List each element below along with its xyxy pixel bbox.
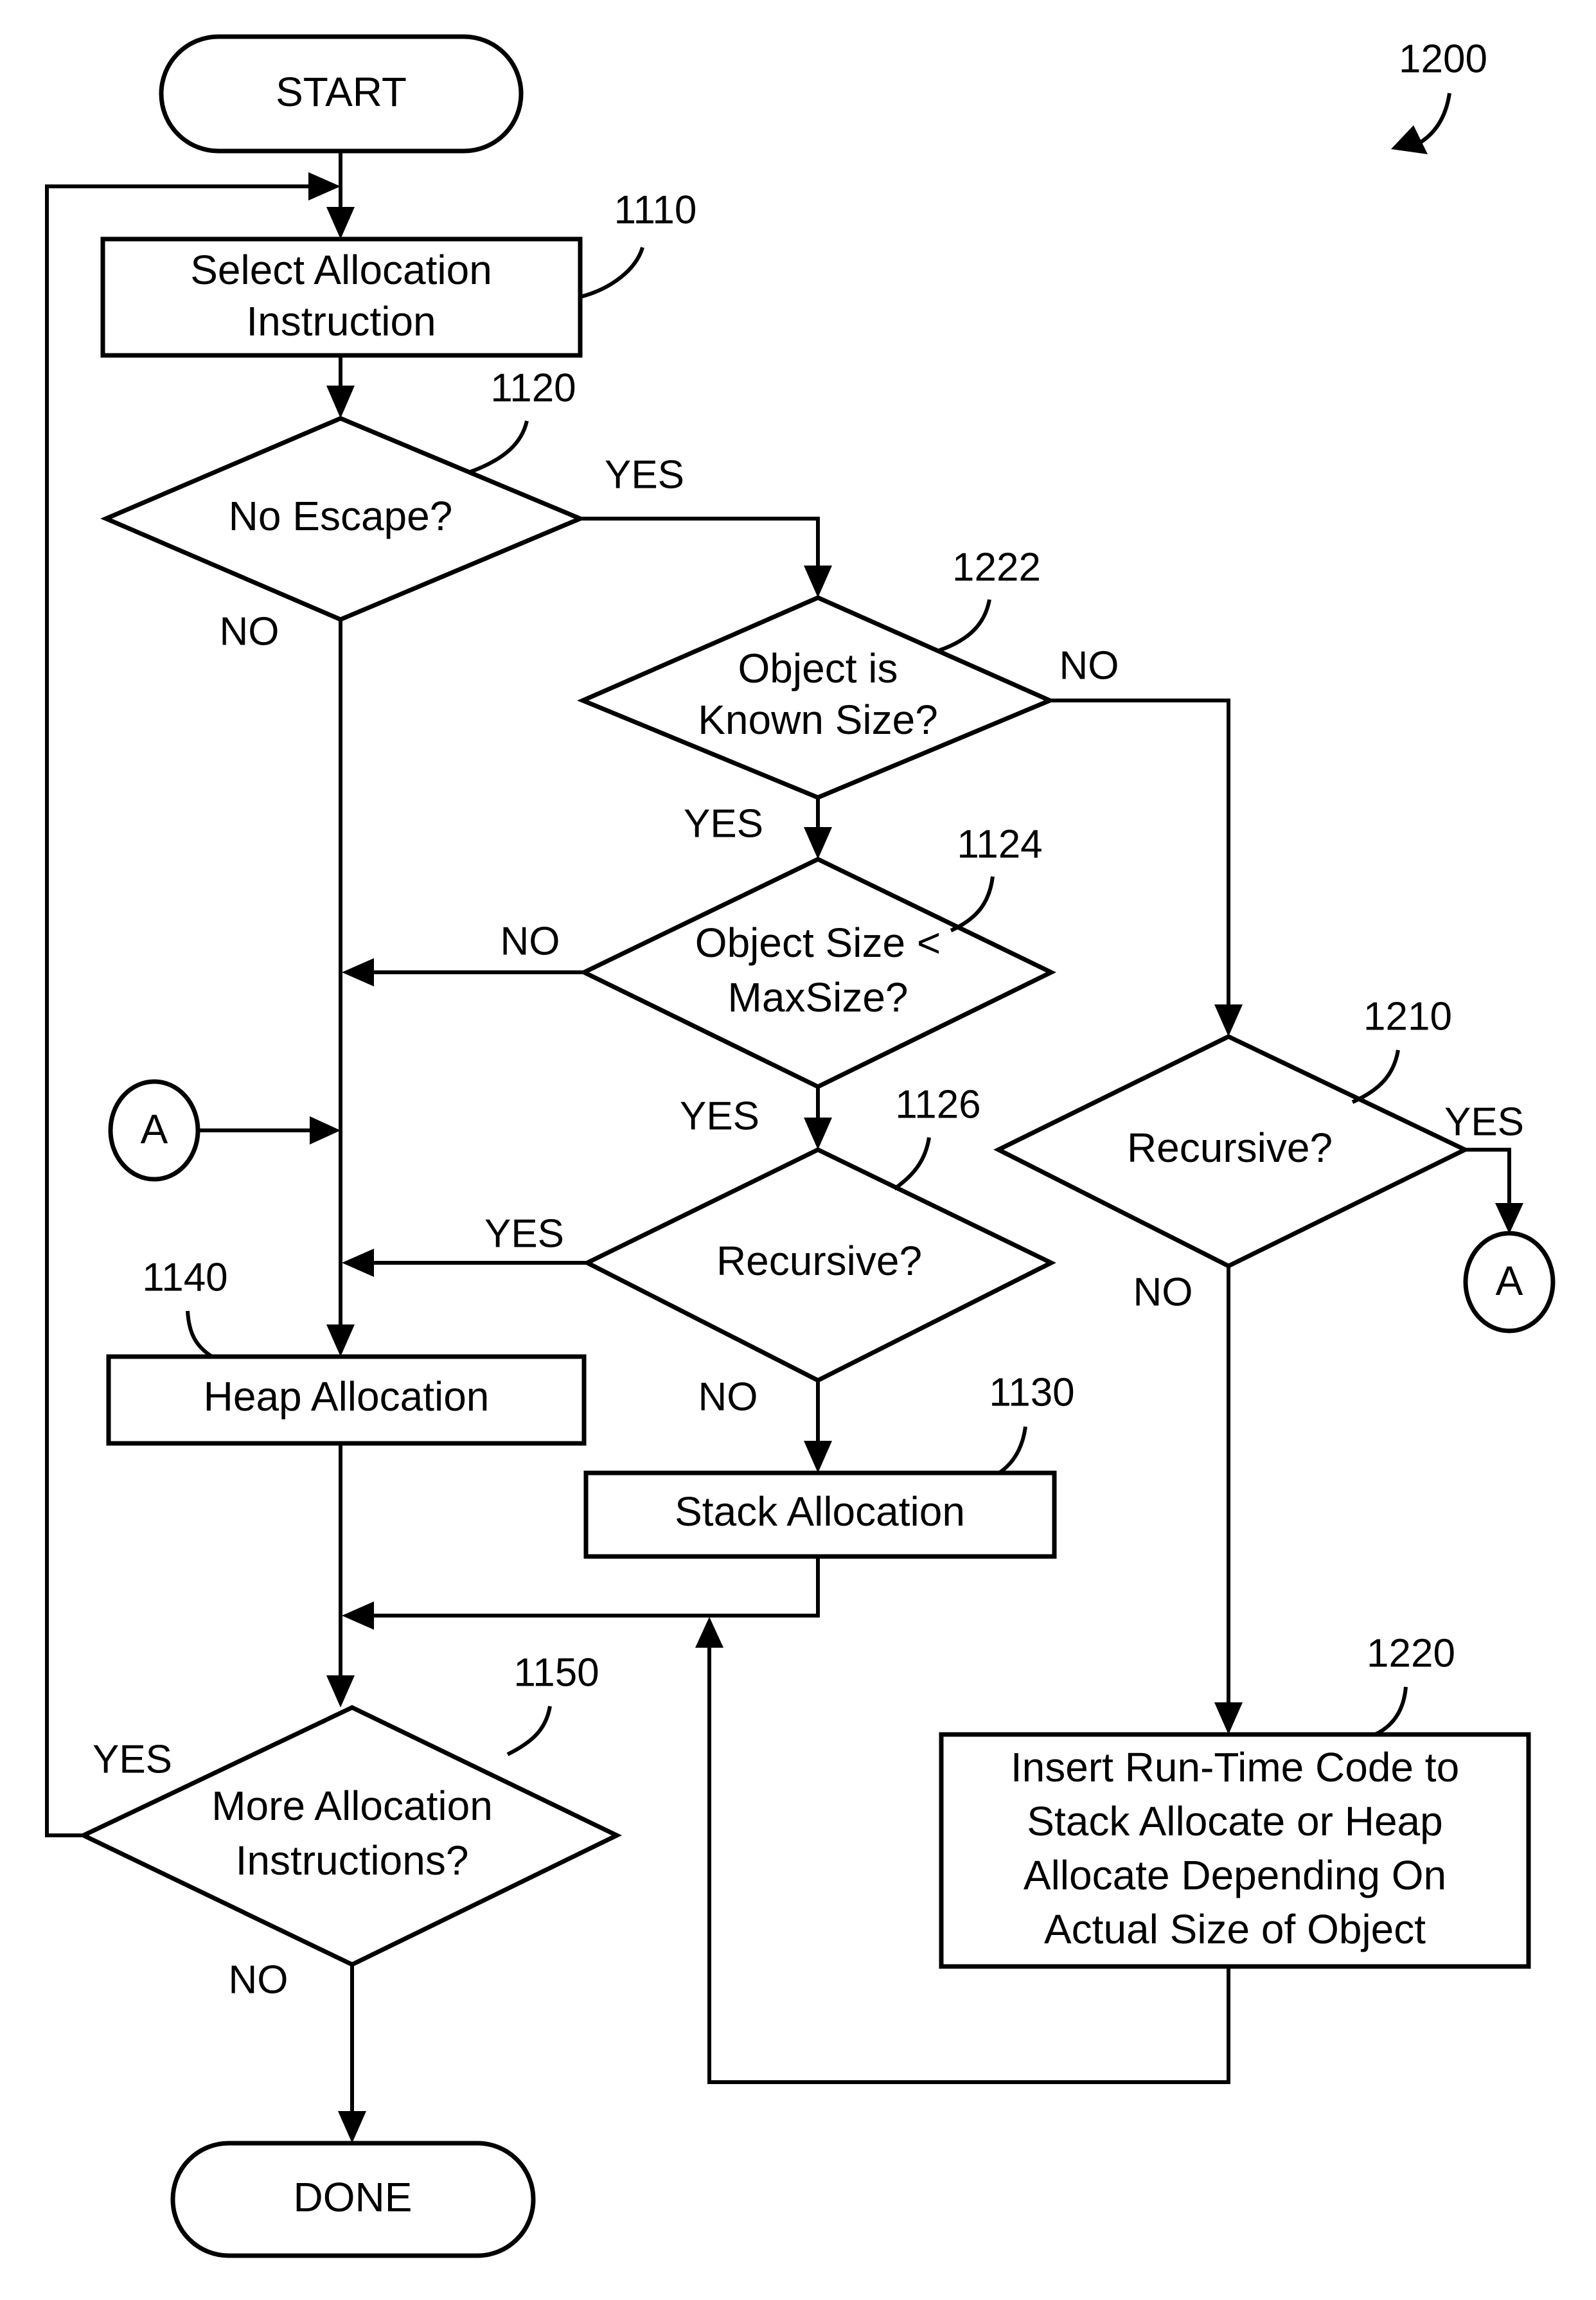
select-line-2: Instruction <box>246 298 436 344</box>
no-escape-no-label: NO <box>220 609 279 654</box>
arrowhead-icon <box>326 1324 355 1357</box>
recursive-left-label: Recursive? <box>716 1238 922 1284</box>
arrowhead-icon <box>804 1441 832 1473</box>
select-line-1: Select Allocation <box>190 247 492 293</box>
known-size-line-2: Known Size? <box>698 697 938 743</box>
figure-ref-arrow <box>1415 93 1451 147</box>
more-no-label: NO <box>229 1957 288 2002</box>
known-size-line-1: Object is <box>738 645 898 691</box>
edge-stack-merge <box>368 1556 820 1618</box>
arrowhead-icon <box>310 1116 341 1145</box>
heap-allocation-label: Heap Allocation <box>204 1373 490 1420</box>
leader-1220 <box>1374 1686 1408 1736</box>
arrowhead-icon <box>342 958 374 986</box>
done-label: DONE <box>294 2174 412 2220</box>
arrowhead-icon <box>342 1249 374 1277</box>
connector-a-left-label: A <box>141 1106 168 1152</box>
recursive-right-no-label: NO <box>1133 1270 1193 1314</box>
ref-1126: 1126 <box>895 1082 980 1127</box>
arrowhead-icon <box>1214 1702 1243 1734</box>
stack-allocation-label: Stack Allocation <box>675 1488 965 1535</box>
leader-1210 <box>1351 1049 1400 1104</box>
arrowhead-icon <box>326 1675 355 1707</box>
ref-1110: 1110 <box>614 188 697 232</box>
recursive-left-no-label: NO <box>698 1375 758 1419</box>
recursive-right-yes-label: YES <box>1444 1100 1524 1144</box>
more-yes-label: YES <box>93 1737 172 1781</box>
connector-a-right-label: A <box>1496 1258 1523 1304</box>
leader-1150 <box>506 1706 552 1756</box>
more-line-2: Instructions? <box>236 1837 469 1884</box>
known-size-no-label: NO <box>1060 643 1119 688</box>
more-line-1: More Allocation <box>211 1783 493 1829</box>
ref-1120: 1120 <box>490 366 576 410</box>
arrowhead-icon <box>695 1617 723 1648</box>
edge-knownsize-no <box>1050 699 1230 1010</box>
leader-1222 <box>938 599 991 652</box>
arrowhead-icon <box>342 1601 374 1630</box>
leader-1130 <box>998 1426 1027 1475</box>
ref-1210: 1210 <box>1363 994 1452 1039</box>
size-lt-max-yes-label: YES <box>680 1094 759 1138</box>
leader-1120 <box>468 420 529 474</box>
runtime-line-2: Stack Allocate or Heap <box>1027 1798 1442 1844</box>
runtime-line-3: Allocate Depending On <box>1024 1852 1446 1898</box>
leader-1124 <box>950 876 995 932</box>
no-escape-label: No Escape? <box>229 493 453 539</box>
recursive-right-label: Recursive? <box>1127 1125 1333 1171</box>
arrowhead-icon <box>326 207 355 239</box>
ref-1220: 1220 <box>1367 1631 1455 1675</box>
arrowhead-icon <box>1214 1004 1243 1037</box>
arrowhead-icon <box>1495 1203 1523 1234</box>
runtime-line-4: Actual Size of Object <box>1044 1906 1426 1952</box>
figure-ref-label: 1200 <box>1399 37 1487 81</box>
ref-1150: 1150 <box>513 1650 599 1695</box>
no-escape-yes-label: YES <box>605 452 684 497</box>
edge-recursive-right-yes <box>1465 1148 1511 1208</box>
size-lt-max-no-label: NO <box>501 919 560 963</box>
recursive-left-yes-label: YES <box>484 1211 564 1256</box>
leader-1110 <box>580 247 644 299</box>
start-label: START <box>276 69 407 115</box>
leader-1126 <box>893 1137 931 1191</box>
runtime-line-1: Insert Run-Time Code to <box>1011 1744 1459 1790</box>
size-lt-max-decision <box>578 857 1056 1089</box>
ref-1130: 1130 <box>989 1370 1074 1414</box>
size-lt-max-line-1: Object Size < <box>695 920 941 966</box>
arrowhead-icon <box>804 827 832 859</box>
arrowhead-icon <box>804 1118 832 1150</box>
size-lt-max-line-2: MaxSize? <box>728 974 909 1021</box>
ref-1140: 1140 <box>142 1255 227 1299</box>
ref-1222: 1222 <box>952 545 1041 589</box>
arrowhead-icon <box>804 566 832 598</box>
edge-noescape-yes <box>580 517 820 572</box>
known-size-yes-label: YES <box>684 801 763 846</box>
arrowhead-icon <box>338 2111 366 2143</box>
flowchart-1200: 1200 START Select Allocation Instruction… <box>45 34 1556 2258</box>
edge-more-yes-loop <box>45 184 315 1837</box>
arrowhead-icon <box>326 386 355 418</box>
ref-1124: 1124 <box>957 822 1042 866</box>
leader-1140 <box>186 1310 213 1359</box>
